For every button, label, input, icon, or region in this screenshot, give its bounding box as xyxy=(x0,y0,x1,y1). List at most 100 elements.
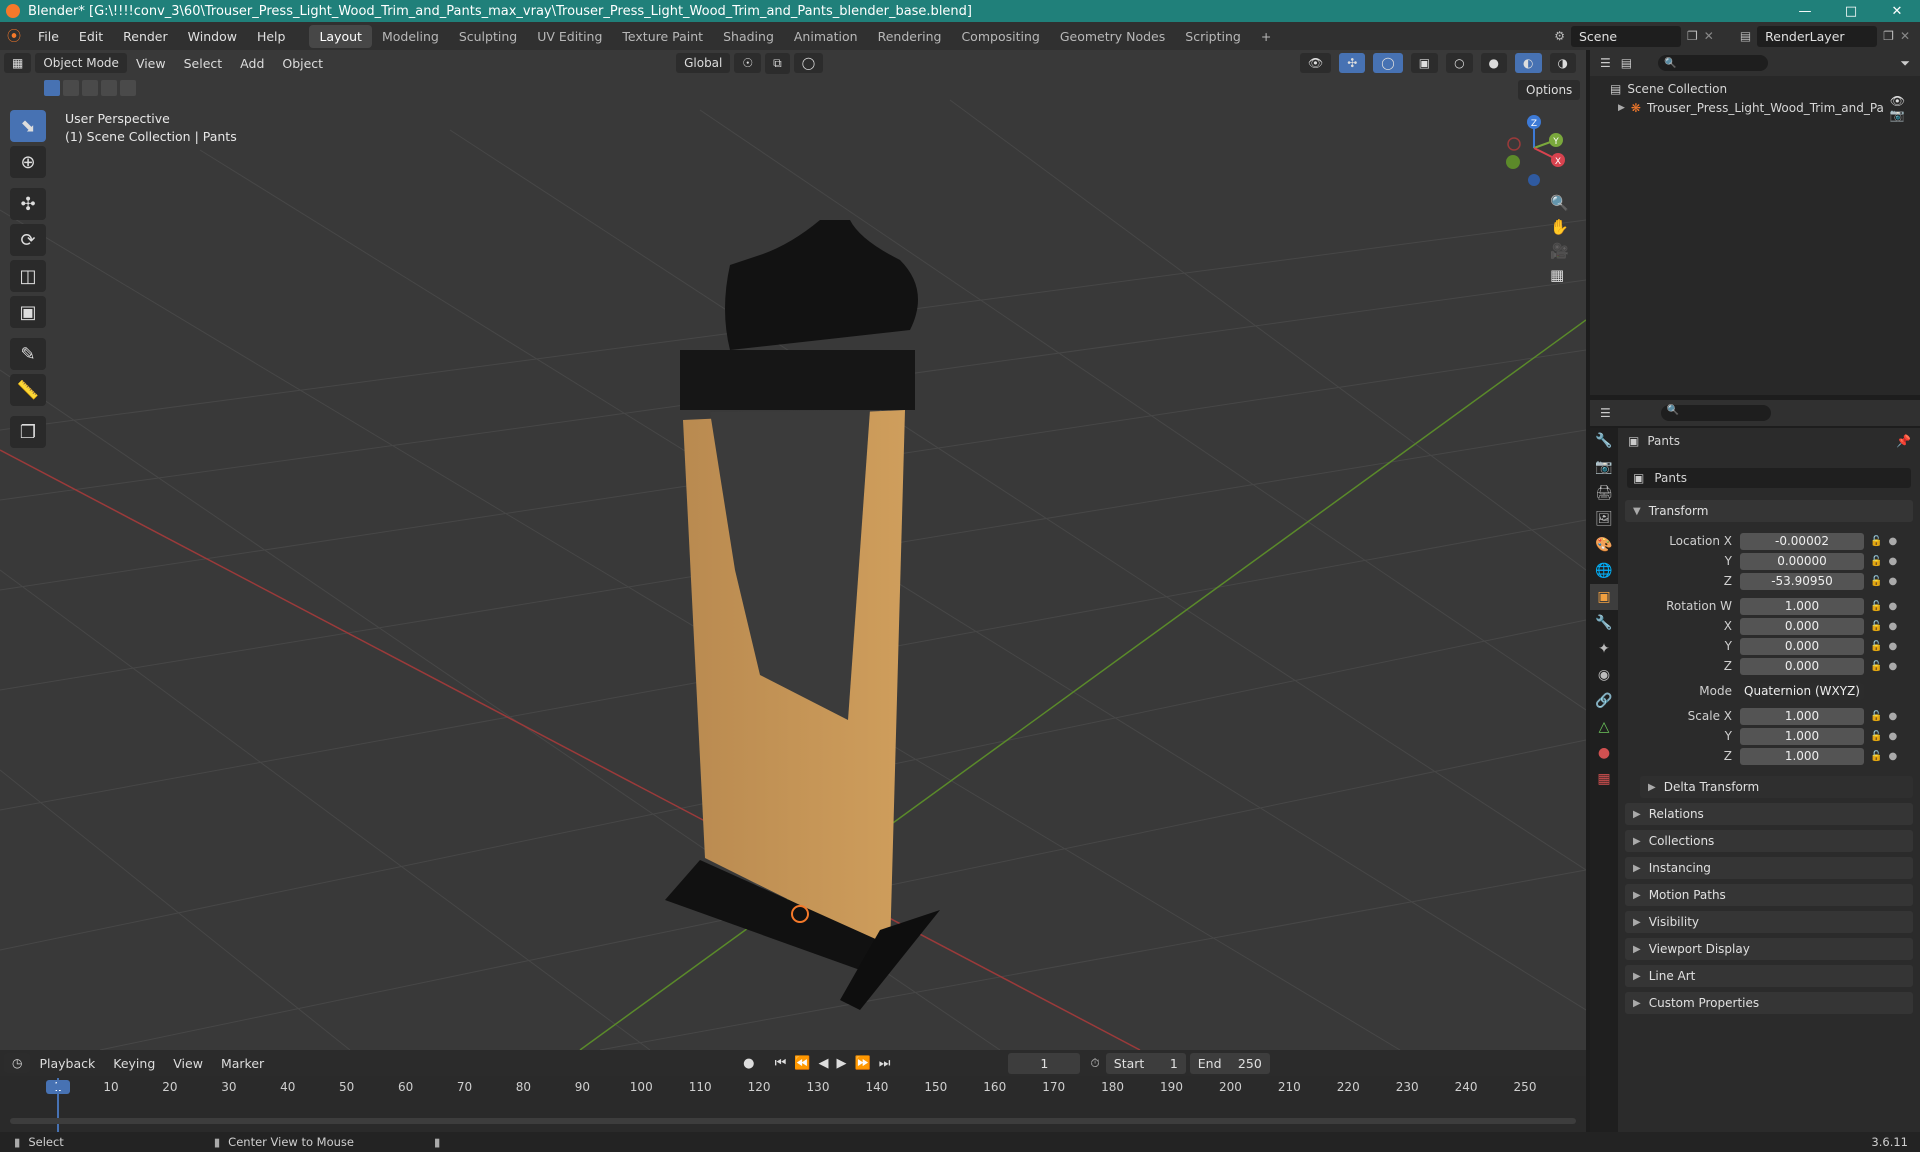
rotation-mode-select[interactable]: Quaternion (WXYZ) xyxy=(1740,682,1864,700)
properties-search-input[interactable]: 🔍 xyxy=(1660,405,1771,421)
visibility-icon[interactable]: 👁 xyxy=(1299,53,1332,73)
lock-icon[interactable]: 🔓● xyxy=(1870,601,1903,612)
scale-tool-icon[interactable]: ◫ xyxy=(10,260,46,292)
transform-panel-header[interactable]: ▼ Transform xyxy=(1625,500,1913,522)
physics-tab-icon[interactable]: ◉ xyxy=(1590,662,1618,688)
rotation-w-field[interactable]: 1.000 xyxy=(1740,597,1864,615)
viewport-menu-view[interactable]: View xyxy=(127,56,175,71)
snap-icon[interactable]: ⧉ xyxy=(765,52,790,74)
instancing-panel-header[interactable]: ▶ Instancing xyxy=(1625,857,1913,879)
select-box-tool-icon[interactable]: ⬊ xyxy=(10,110,46,142)
remove-view-layer-icon[interactable]: ✕ xyxy=(1900,29,1910,43)
relations-panel-header[interactable]: ▶ Relations xyxy=(1625,803,1913,825)
constraints-tab-icon[interactable]: 🔗 xyxy=(1590,688,1618,714)
tool-tab-icon[interactable]: 🔧 xyxy=(1590,428,1618,454)
pin-icon[interactable]: 📌 xyxy=(1896,434,1911,448)
scene-name-field[interactable]: Scene xyxy=(1571,25,1681,47)
tab-rendering[interactable]: Rendering xyxy=(868,25,952,48)
delta-transform-header[interactable]: ▶ Delta Transform xyxy=(1640,776,1913,798)
outliner-editor-icon[interactable]: ☰ xyxy=(1600,56,1611,70)
editor-type-icon[interactable]: ▦ xyxy=(4,53,32,73)
3d-viewport[interactable] xyxy=(0,50,1586,1050)
location-x-field[interactable]: -0.00002 xyxy=(1740,532,1864,550)
lock-icon[interactable]: 🔓● xyxy=(1870,731,1903,742)
close-icon[interactable]: ✕ xyxy=(1874,4,1920,19)
add-workspace-button[interactable]: + xyxy=(1251,25,1281,48)
remove-scene-icon[interactable]: ✕ xyxy=(1704,29,1714,43)
new-view-layer-icon[interactable]: ❐ xyxy=(1883,29,1894,43)
render-tab-icon[interactable]: 📷 xyxy=(1590,454,1618,480)
view-layer-tab-icon[interactable]: 🖼 xyxy=(1590,506,1618,532)
blender-menu-icon[interactable]: ⦿ xyxy=(0,26,28,46)
collections-panel-header[interactable]: ▶ Collections xyxy=(1625,830,1913,852)
pivot-point-icon[interactable]: ☉ xyxy=(734,53,762,73)
zoom-icon[interactable]: 🔍 xyxy=(1550,194,1569,212)
outliner-row-scene-collection[interactable]: ▤ Scene Collection xyxy=(1590,76,1920,96)
timeline-editor-icon[interactable]: ◷ xyxy=(4,1053,31,1073)
tab-layout[interactable]: Layout xyxy=(309,24,372,48)
render-layer-field[interactable]: RenderLayer xyxy=(1757,25,1878,47)
marker-menu[interactable]: Marker xyxy=(212,1056,273,1071)
custom-properties-panel-header[interactable]: ▶ Custom Properties xyxy=(1625,992,1913,1014)
start-frame-field[interactable]: Start 1 xyxy=(1105,1052,1186,1074)
tab-shading[interactable]: Shading xyxy=(713,25,784,48)
playback-menu[interactable]: Playback xyxy=(30,1056,104,1071)
current-frame-field[interactable]: 1 xyxy=(1008,1052,1081,1074)
lock-icon[interactable]: 🔓● xyxy=(1870,576,1903,587)
auto-keying-icon[interactable]: ⏱ xyxy=(1090,1056,1099,1071)
rotation-y-field[interactable]: 0.000 xyxy=(1740,637,1864,655)
scene-tab-icon[interactable]: 🎨 xyxy=(1590,532,1618,558)
view-layer-icon[interactable]: ▤ xyxy=(1740,29,1751,43)
material-tab-icon[interactable]: ● xyxy=(1590,740,1618,766)
add-cube-tool-icon[interactable]: ❐ xyxy=(10,416,46,448)
filter-icon[interactable]: ⏷ xyxy=(1900,56,1920,71)
visibility-panel-header[interactable]: ▶ Visibility xyxy=(1625,911,1913,933)
gizmo-toggle-icon[interactable]: ✣ xyxy=(1339,53,1366,73)
navigation-gizmo[interactable]: Z Y X xyxy=(1496,110,1572,190)
wireframe-shading-icon[interactable]: ○ xyxy=(1446,53,1473,73)
material-shading-icon[interactable]: ◐ xyxy=(1515,53,1542,73)
rendered-shading-icon[interactable]: ◑ xyxy=(1549,53,1576,73)
particles-tab-icon[interactable]: ✦ xyxy=(1590,636,1618,662)
tab-scripting[interactable]: Scripting xyxy=(1175,25,1251,48)
lock-icon[interactable]: 🔓● xyxy=(1870,751,1903,762)
select-extend-icon[interactable] xyxy=(63,80,79,96)
ortho-grid-icon[interactable]: ▦ xyxy=(1550,266,1569,284)
menu-file[interactable]: File xyxy=(28,29,69,44)
output-tab-icon[interactable]: 🖨 xyxy=(1590,480,1618,506)
outliner-row-object[interactable]: ▶ ❋ Trouser_Press_Light_Wood_Trim_and_Pa… xyxy=(1590,94,1920,122)
timeline-area[interactable]: 1102030405060708090100110120130140150160… xyxy=(0,1076,1586,1132)
tab-uv-editing[interactable]: UV Editing xyxy=(527,25,612,48)
lock-icon[interactable]: 🔓● xyxy=(1870,661,1903,672)
motion-paths-panel-header[interactable]: ▶ Motion Paths xyxy=(1625,884,1913,906)
tab-animation[interactable]: Animation xyxy=(784,25,868,48)
modifier-tab-icon[interactable]: 🔧 xyxy=(1590,610,1618,636)
timeline-view-menu[interactable]: View xyxy=(164,1056,212,1071)
maximize-icon[interactable]: □ xyxy=(1828,4,1874,19)
proportional-edit-icon[interactable]: ◯ xyxy=(793,53,824,73)
scale-z-field[interactable]: 1.000 xyxy=(1740,747,1864,765)
options-button[interactable]: Options xyxy=(1518,80,1581,100)
annotate-tool-icon[interactable]: ✎ xyxy=(10,338,46,370)
select-subtract-icon[interactable] xyxy=(82,80,98,96)
pan-hand-icon[interactable]: ✋ xyxy=(1550,218,1569,236)
viewport-display-panel-header[interactable]: ▶ Viewport Display xyxy=(1625,938,1913,960)
properties-editor-icon[interactable]: ☰ xyxy=(1600,406,1611,420)
camera-view-icon[interactable]: 🎥 xyxy=(1550,242,1569,260)
minimize-icon[interactable]: — xyxy=(1782,4,1828,19)
object-name-field[interactable]: ▣ Pants xyxy=(1627,468,1911,488)
scale-x-field[interactable]: 1.000 xyxy=(1740,707,1864,725)
location-y-field[interactable]: 0.00000 xyxy=(1740,552,1864,570)
lock-icon[interactable]: 🔓● xyxy=(1870,641,1903,652)
tab-modeling[interactable]: Modeling xyxy=(372,25,449,48)
transform-orientation-select[interactable]: Global xyxy=(676,53,731,73)
tab-compositing[interactable]: Compositing xyxy=(951,25,1049,48)
tab-geometry-nodes[interactable]: Geometry Nodes xyxy=(1050,25,1175,48)
cursor-tool-icon[interactable]: ⊕ xyxy=(10,146,46,178)
menu-edit[interactable]: Edit xyxy=(69,29,113,44)
select-invert-icon[interactable] xyxy=(101,80,117,96)
viewport-menu-add[interactable]: Add xyxy=(231,56,273,71)
data-tab-icon[interactable]: △ xyxy=(1590,714,1618,740)
outliner-search-input[interactable]: 🔍 xyxy=(1658,55,1769,71)
overlay-toggle-icon[interactable]: ◯ xyxy=(1373,53,1403,73)
